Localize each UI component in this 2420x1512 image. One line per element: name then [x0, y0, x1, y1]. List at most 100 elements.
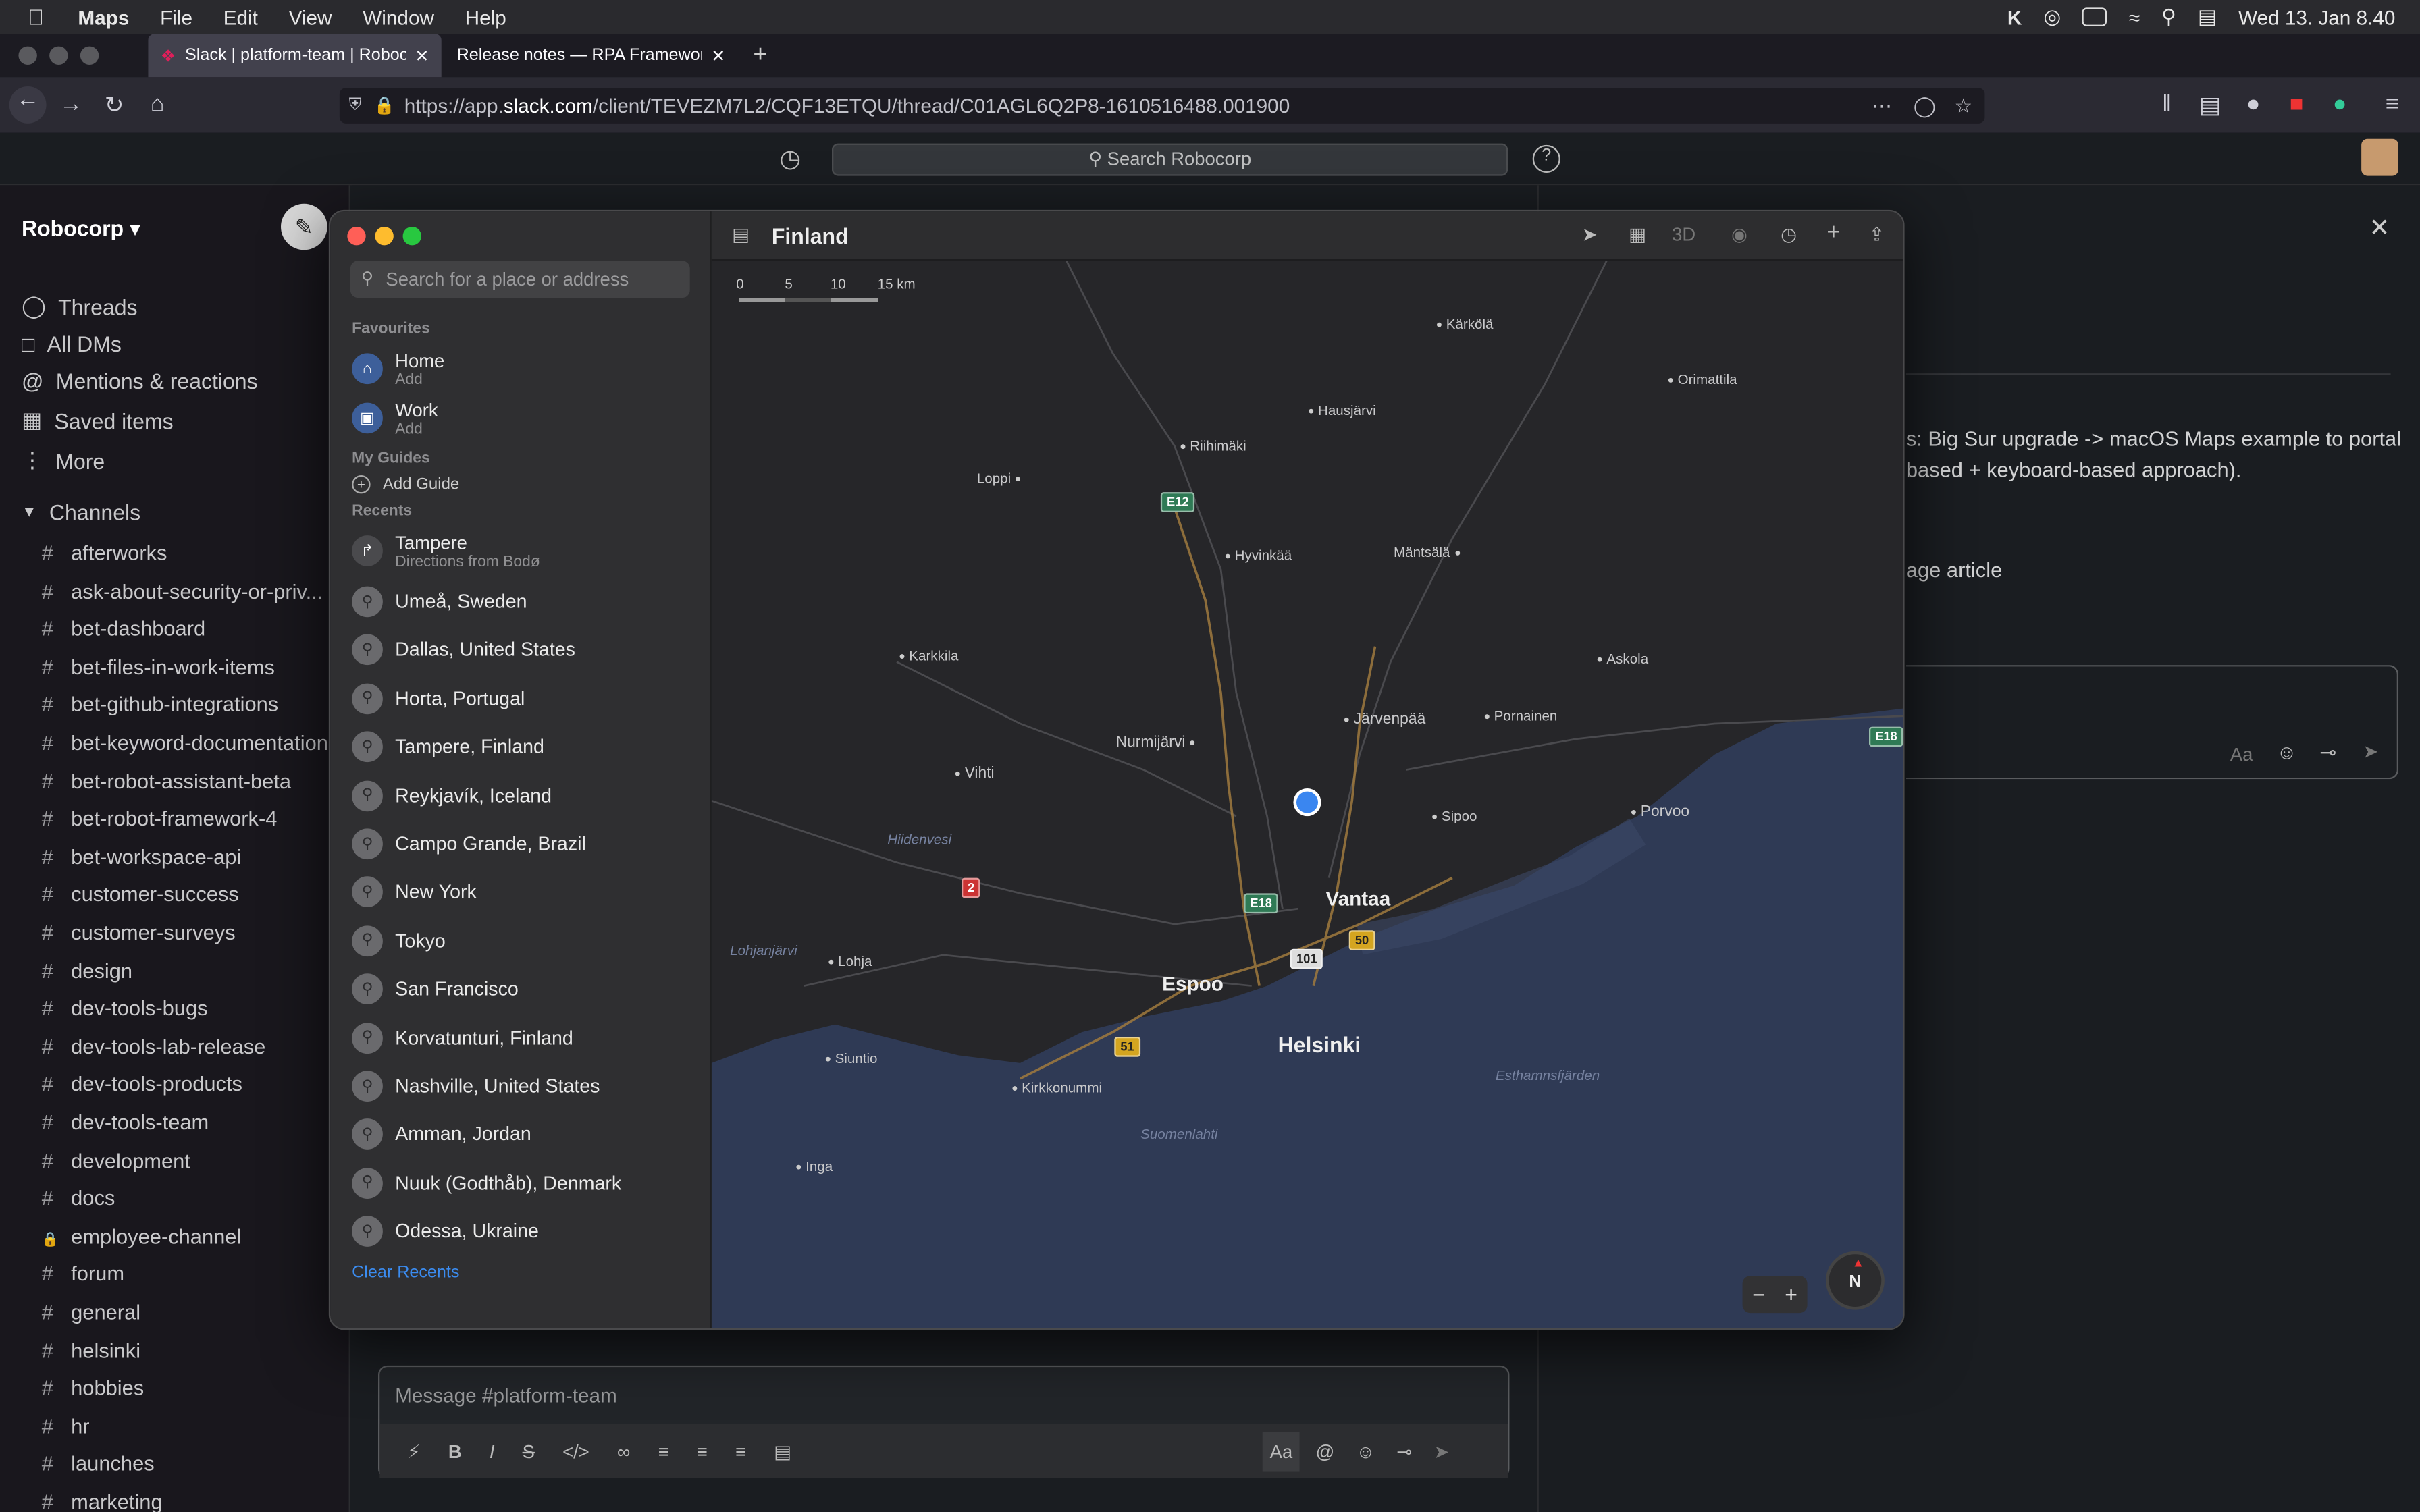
recent-item[interactable]: ⚲ Dallas, United States: [352, 634, 575, 666]
sidebar-toggle-icon[interactable]: ▤: [727, 223, 755, 245]
home-icon[interactable]: ⌂: [142, 91, 173, 119]
sidebar-channel-hobbies[interactable]: # hobbies: [42, 1376, 144, 1399]
sidebar-channel-bet-dashboard[interactable]: # bet-dashboard: [42, 618, 205, 641]
page-actions-icon[interactable]: ⋯: [1872, 93, 1895, 118]
strikethrough-icon[interactable]: S: [523, 1440, 535, 1462]
sidebar-channel-dev-tools-lab-release[interactable]: # dev-tools-lab-release: [42, 1035, 266, 1058]
browser-tab-release-notes[interactable]: Release notes — RPA Framework do ✕: [442, 34, 738, 77]
sidebar-channel-docs[interactable]: # docs: [42, 1187, 115, 1210]
sidebar-channel-employee-channel[interactable]: 🔒 employee-channel: [42, 1224, 242, 1247]
sidebar-channel-dev-tools-products[interactable]: # dev-tools-products: [42, 1073, 242, 1096]
sidebar-channel-bet-keyword-documentation[interactable]: # bet-keyword-documentation: [42, 731, 328, 754]
favourite-work[interactable]: ▣ Work Add: [352, 400, 438, 438]
shield-icon[interactable]: ⛨: [349, 96, 362, 116]
creative-cloud-icon[interactable]: ◎: [2043, 5, 2061, 30]
sidebar-item-all-dms[interactable]: □ All DMs: [22, 331, 122, 356]
maps-close-button[interactable]: [347, 227, 366, 246]
map-canvas[interactable]: 0 5 10 15 km Kärkölä Orimattila Hausjärv…: [711, 261, 1903, 1329]
code-block-icon[interactable]: ▤: [774, 1440, 791, 1462]
battery-icon[interactable]: [2082, 7, 2107, 26]
apple-icon[interactable]: : [28, 5, 44, 30]
numbered-list-icon[interactable]: ≡: [735, 1440, 746, 1462]
sidebar-item-mentions[interactable]: @ Mentions & reactions: [22, 369, 258, 394]
bullet-list-icon[interactable]: ≡: [697, 1440, 708, 1462]
recent-item[interactable]: ⚲ Tokyo: [352, 925, 446, 956]
extension-icon[interactable]: ■: [2281, 91, 2312, 119]
attach-icon[interactable]: ⊸: [2319, 740, 2336, 765]
emoji-icon[interactable]: ☺: [1356, 1440, 1375, 1462]
share-icon[interactable]: ⇪: [1863, 223, 1891, 245]
emoji-icon[interactable]: ☺: [2276, 740, 2296, 763]
spotlight-icon[interactable]: ⚲: [2161, 5, 2176, 30]
menu-window[interactable]: Window: [363, 5, 434, 28]
add-guide-button[interactable]: + Add Guide: [352, 475, 459, 494]
workspace-name[interactable]: Robocorp ▾: [22, 216, 140, 242]
account-icon[interactable]: ●: [2238, 91, 2269, 119]
control-center-icon[interactable]: ▤: [2198, 5, 2217, 30]
thread-reply-composer[interactable]: Aa ☺ ⊸ ➤: [1905, 665, 2399, 780]
recent-item[interactable]: ⚲ Odessa, Ukraine: [352, 1216, 539, 1247]
italic-icon[interactable]: I: [490, 1440, 495, 1462]
help-icon[interactable]: ?: [1532, 144, 1560, 173]
recent-item[interactable]: ⚲ New York: [352, 877, 477, 908]
library-icon[interactable]: ‖: [2151, 91, 2182, 119]
look-around-icon[interactable]: ◉: [1725, 223, 1753, 245]
compass[interactable]: N ▲: [1826, 1251, 1885, 1310]
formatting-toggle-icon[interactable]: Aa: [2230, 744, 2253, 765]
ordered-list-icon[interactable]: ≡: [658, 1440, 669, 1462]
recent-item[interactable]: ⚲ Horta, Portugal: [352, 683, 525, 714]
menu-view[interactable]: View: [289, 5, 332, 28]
recent-item[interactable]: ⚲ Umeå, Sweden: [352, 586, 527, 618]
forward-icon[interactable]: →: [55, 91, 86, 119]
new-tab-icon[interactable]: +: [753, 42, 767, 70]
sidebar-channel-dev-tools-bugs[interactable]: # dev-tools-bugs: [42, 997, 208, 1020]
close-tab-icon[interactable]: ✕: [415, 45, 429, 65]
send-icon[interactable]: ➤: [2363, 740, 2378, 762]
window-minimize-button[interactable]: [49, 46, 68, 65]
formatting-toggle-icon[interactable]: Aa: [1262, 1431, 1300, 1472]
window-zoom-button[interactable]: [80, 46, 99, 65]
3d-button[interactable]: 3D: [1670, 223, 1698, 245]
recent-item[interactable]: ⚲ Nuuk (Godthåb), Denmark: [352, 1167, 621, 1199]
pocket-icon[interactable]: ◯: [1914, 93, 1936, 118]
maps-minimize-button[interactable]: [375, 227, 394, 246]
message-input[interactable]: Message #platform-team: [395, 1384, 617, 1407]
sidebar-channel-bet-robot-framework-4[interactable]: # bet-robot-framework-4: [42, 807, 278, 830]
message-composer[interactable]: Message #platform-team ⚡ B I S </> ∞ ≡ ≡…: [378, 1365, 1510, 1478]
compose-icon[interactable]: ✎: [281, 203, 327, 250]
menu-icon[interactable]: ≡: [2377, 91, 2408, 119]
sidebar-channel-helsinki[interactable]: # helsinki: [42, 1339, 140, 1361]
window-close-button[interactable]: [18, 46, 37, 65]
recent-item[interactable]: ⚲ Tampere, Finland: [352, 731, 544, 763]
code-icon[interactable]: </>: [562, 1440, 589, 1462]
maps-zoom-button[interactable]: [402, 227, 421, 246]
add-icon[interactable]: +: [1820, 219, 1847, 246]
reload-icon[interactable]: ↻: [99, 91, 130, 119]
close-tab-icon[interactable]: ✕: [711, 45, 725, 65]
sidebar-channel-development[interactable]: # development: [42, 1149, 190, 1172]
menu-edit[interactable]: Edit: [223, 5, 258, 28]
slack-search-input[interactable]: ⚲ Search Robocorp: [832, 143, 1508, 176]
recent-item[interactable]: ⚲ Campo Grande, Brazil: [352, 828, 586, 860]
wifi-icon[interactable]: ≈: [2129, 5, 2140, 28]
close-icon[interactable]: ✕: [2369, 213, 2390, 244]
maps-search-input[interactable]: ⚲ Search for a place or address: [350, 261, 690, 298]
sidebar-channel-customer-success[interactable]: # customer-success: [42, 883, 239, 906]
map-mode-icon[interactable]: ▦: [1624, 223, 1652, 245]
sidebar-channel-launches[interactable]: # launches: [42, 1453, 155, 1476]
sidebar-channel-forum[interactable]: # forum: [42, 1263, 124, 1286]
sidebar-channel-ask-about-security-or-priv[interactable]: # ask-about-security-or-priv...: [42, 580, 323, 603]
browser-tab-slack[interactable]: ❖ Slack | platform-team | Robocor ✕: [148, 34, 442, 78]
grammarly-icon[interactable]: ●: [2324, 91, 2355, 119]
menu-help[interactable]: Help: [465, 5, 506, 28]
sidebar-channel-bet-files-in-work-items[interactable]: # bet-files-in-work-items: [42, 655, 275, 678]
channels-header[interactable]: ▼ Channels: [22, 500, 140, 525]
recent-item[interactable]: ⚲ Nashville, United States: [352, 1071, 600, 1102]
sidebar-toggle-icon[interactable]: ▤: [2194, 91, 2226, 119]
sidebar-channel-general[interactable]: # general: [42, 1301, 140, 1324]
send-icon[interactable]: ➤: [1433, 1440, 1449, 1462]
sidebar-channel-customer-surveys[interactable]: # customer-surveys: [42, 921, 236, 944]
clear-recents-button[interactable]: Clear Recents: [352, 1264, 459, 1282]
sidebar-item-threads[interactable]: ◯ Threads: [22, 293, 138, 319]
klokki-icon[interactable]: K: [2007, 5, 2022, 28]
